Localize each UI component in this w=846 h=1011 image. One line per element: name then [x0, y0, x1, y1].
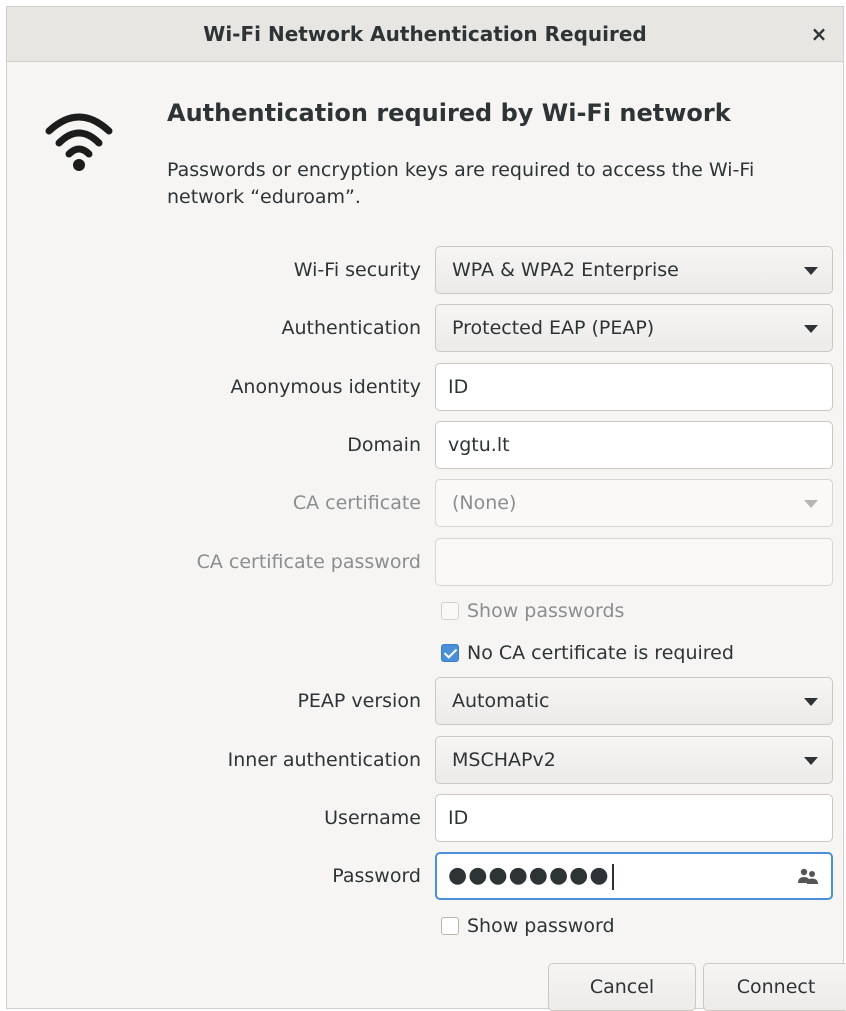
peap-version-label: PEAP version	[297, 690, 421, 712]
auth-dialog: Wi-Fi Network Authentication Required × …	[6, 6, 846, 1011]
chevron-down-icon	[804, 500, 818, 508]
ca-certificate-password-input[interactable]	[435, 538, 833, 586]
inner-authentication-value: MSCHAPv2	[452, 749, 556, 771]
username-label: Username	[324, 807, 421, 829]
chevron-down-icon	[804, 267, 818, 275]
ca-certificate-value: (None)	[452, 492, 517, 514]
row-authentication: Authentication Protected EAP (PEAP)	[7, 304, 843, 352]
domain-input[interactable]: vgtu.lt	[435, 421, 833, 469]
row-password: Password ●●●●●●●●	[7, 852, 843, 900]
row-domain: Domain vgtu.lt	[7, 421, 843, 469]
domain-label: Domain	[347, 434, 421, 456]
username-input[interactable]: ID	[435, 794, 833, 842]
password-input[interactable]: ●●●●●●●●	[435, 852, 833, 900]
ca-certificate-combo[interactable]: (None)	[435, 479, 833, 527]
close-button[interactable]: ×	[805, 20, 833, 48]
row-anonymous-identity: Anonymous identity ID	[7, 363, 843, 411]
anonymous-identity-input[interactable]: ID	[435, 363, 833, 411]
peap-version-combo[interactable]: Automatic	[435, 677, 833, 725]
row-ca-certificate: CA certificate (None)	[7, 479, 843, 527]
chevron-down-icon	[804, 325, 818, 333]
show-password-checkbox[interactable]	[441, 917, 459, 935]
password-label: Password	[332, 865, 421, 887]
peap-version-value: Automatic	[452, 690, 550, 712]
wifi-security-combo[interactable]: WPA & WPA2 Enterprise	[435, 246, 833, 294]
row-peap-version: PEAP version Automatic	[7, 677, 843, 725]
no-ca-required-checkbox[interactable]	[441, 644, 459, 662]
show-password-checkbox-row[interactable]: Show password	[441, 911, 615, 941]
wifi-icon	[45, 113, 113, 171]
dialog-description: Passwords or encryption keys are require…	[167, 159, 755, 208]
chevron-down-icon	[804, 757, 818, 765]
no-ca-required-checkbox-row[interactable]: No CA certificate is required	[441, 638, 734, 668]
show-password-label: Show password	[467, 915, 615, 937]
show-passwords-checkbox[interactable]	[441, 602, 459, 620]
ca-certificate-label: CA certificate	[292, 492, 421, 514]
chevron-down-icon	[804, 698, 818, 706]
row-username: Username ID	[7, 794, 843, 842]
no-ca-required-label: No CA certificate is required	[467, 642, 734, 664]
connect-button[interactable]: Connect	[703, 963, 846, 1011]
show-passwords-label: Show passwords	[467, 600, 625, 622]
row-wifi-security: Wi-Fi security WPA & WPA2 Enterprise	[7, 246, 843, 294]
dialog-heading: Authentication required by Wi-Fi network	[167, 99, 731, 127]
window-title: Wi-Fi Network Authentication Required	[203, 22, 647, 46]
authentication-label: Authentication	[281, 317, 421, 339]
row-inner-authentication: Inner authentication MSCHAPv2	[7, 736, 843, 784]
authentication-value: Protected EAP (PEAP)	[452, 317, 655, 339]
anonymous-identity-label: Anonymous identity	[230, 376, 421, 398]
wifi-security-value: WPA & WPA2 Enterprise	[452, 259, 679, 281]
titlebar: Wi-Fi Network Authentication Required ×	[7, 7, 843, 62]
wifi-security-label: Wi-Fi security	[293, 259, 421, 281]
authentication-combo[interactable]: Protected EAP (PEAP)	[435, 304, 833, 352]
cancel-button[interactable]: Cancel	[548, 963, 696, 1011]
row-ca-certificate-password: CA certificate password	[7, 538, 843, 586]
inner-authentication-combo[interactable]: MSCHAPv2	[435, 736, 833, 784]
text-caret	[611, 863, 614, 890]
password-value: ●●●●●●●●	[448, 863, 610, 888]
people-icon[interactable]	[797, 866, 819, 886]
inner-authentication-label: Inner authentication	[227, 749, 421, 771]
show-passwords-checkbox-row[interactable]: Show passwords	[441, 596, 624, 626]
ca-certificate-password-label: CA certificate password	[196, 551, 421, 573]
